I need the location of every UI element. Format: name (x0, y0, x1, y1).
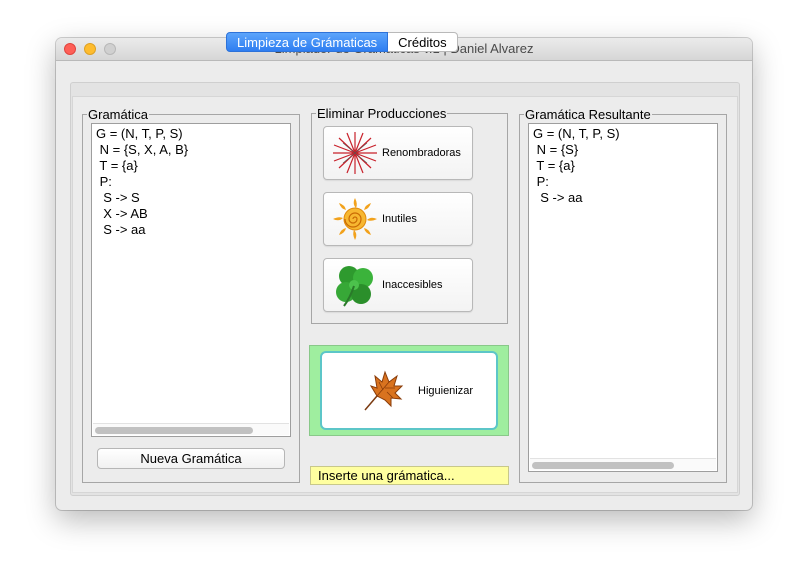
grammar-line: X -> AB (96, 206, 148, 221)
result-scroll-thumb[interactable] (532, 462, 674, 469)
grammar-scroll-thumb[interactable] (95, 427, 253, 434)
tab-limpieza[interactable]: Limpieza de Grámaticas (226, 32, 389, 52)
grammar-line: N = {S, X, A, B} (96, 142, 189, 157)
status-field: Inserte una grámatica... (310, 466, 509, 485)
clover-icon (328, 263, 382, 307)
remove-productions-legend: Eliminar Producciones (317, 106, 447, 121)
leaf-icon (352, 361, 412, 421)
result-line: P: (533, 174, 549, 189)
grammar-line: S -> S (96, 190, 140, 205)
clean-panel: Higuienizar (309, 345, 509, 436)
result-line: G = (N, T, P, S) (533, 126, 620, 141)
higuienizar-label: Higuienizar (418, 384, 474, 397)
higuienizar-button[interactable]: Higuienizar (320, 351, 498, 430)
renombradoras-button[interactable]: Renombradoras (323, 126, 473, 180)
grammar-line: T = {a} (96, 158, 138, 173)
grammar-line: G = (N, T, P, S) (96, 126, 183, 141)
firework-icon (328, 131, 382, 175)
result-grammar-legend: Gramática Resultante (525, 107, 651, 122)
renombradoras-label: Renombradoras (382, 147, 461, 159)
grammar-hscrollbar[interactable] (93, 423, 289, 435)
result-grammar-textarea[interactable]: G = (N, T, P, S) N = {S} T = {a} P: S ->… (528, 123, 718, 472)
grammar-legend: Gramática (88, 107, 148, 122)
tab-bar: Limpieza de Grámaticas Créditos (226, 32, 458, 52)
grammar-line: S -> aa (96, 222, 146, 237)
inaccesibles-label: Inaccesibles (382, 279, 443, 291)
grammar-line: P: (96, 174, 112, 189)
inaccesibles-button[interactable]: Inaccesibles (323, 258, 473, 312)
tab-creditos[interactable]: Créditos (388, 32, 458, 52)
result-hscrollbar[interactable] (530, 458, 716, 470)
sun-icon (328, 197, 382, 241)
inutiles-button[interactable]: Inutiles (323, 192, 473, 246)
result-line: S -> aa (533, 190, 583, 205)
inutiles-label: Inutiles (382, 213, 417, 225)
new-grammar-button[interactable]: Nueva Gramática (97, 448, 285, 469)
result-line: T = {a} (533, 158, 575, 173)
grammar-textarea[interactable]: G = (N, T, P, S) N = {S, X, A, B} T = {a… (91, 123, 291, 437)
result-line: N = {S} (533, 142, 579, 157)
